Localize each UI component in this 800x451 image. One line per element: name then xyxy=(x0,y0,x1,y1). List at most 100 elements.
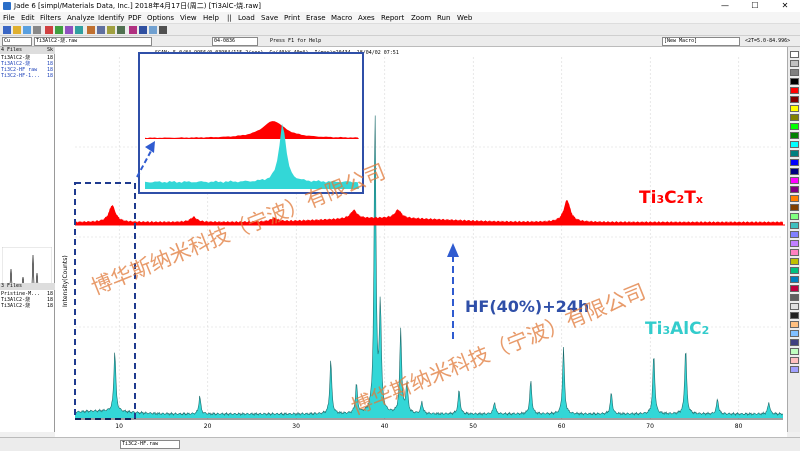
search-icon[interactable] xyxy=(97,26,105,34)
folder-icon[interactable] xyxy=(13,26,21,34)
label-ti3c2tx: Ti3C2Tx xyxy=(639,188,703,208)
peak-icon[interactable] xyxy=(75,26,83,34)
overlay-icon[interactable] xyxy=(65,26,73,34)
range-readout: <2T=5.0-84.996> xyxy=(745,38,791,44)
color-swatch[interactable] xyxy=(790,294,799,301)
label-ti3alc2-ti: Ti xyxy=(645,319,662,339)
color-swatch[interactable] xyxy=(790,231,799,238)
menu-macro[interactable]: Macro xyxy=(331,12,352,24)
help-prompt: Press F1 for Help xyxy=(270,38,322,44)
print-icon[interactable] xyxy=(33,26,41,34)
axes-icon[interactable] xyxy=(139,26,147,34)
color-swatch[interactable] xyxy=(790,267,799,274)
color-swatch[interactable] xyxy=(790,78,799,85)
color-swatch[interactable] xyxy=(790,141,799,148)
pdf-icon[interactable] xyxy=(107,26,115,34)
x-tick-label: 60 xyxy=(558,423,566,430)
color-swatch[interactable] xyxy=(790,249,799,256)
list-item[interactable]: Ti3C2-HF-1... 18 xyxy=(1,73,54,79)
x-tick-label: 80 xyxy=(735,423,743,430)
menu-pdf[interactable]: PDF xyxy=(128,12,142,24)
menu-identify[interactable]: Identify xyxy=(98,12,124,24)
color-swatch[interactable] xyxy=(790,321,799,328)
menu-filters[interactable]: Filters xyxy=(40,12,61,24)
color-swatch[interactable] xyxy=(790,105,799,112)
menu-edit[interactable]: Edit xyxy=(21,12,35,24)
radiation-select[interactable]: Cu xyxy=(2,37,32,46)
color-swatch[interactable] xyxy=(790,240,799,247)
color-swatch[interactable] xyxy=(790,186,799,193)
color-palette-panel xyxy=(787,47,800,432)
xrd-plot-area[interactable]: SCAN: 5.0/84.9956/0.03984/115.2(sec), Cu… xyxy=(55,47,787,437)
color-swatch[interactable] xyxy=(790,132,799,139)
color-swatch[interactable] xyxy=(790,222,799,229)
macro-select[interactable]: [New Macro] xyxy=(662,37,740,46)
color-swatch[interactable] xyxy=(790,213,799,220)
color-swatch[interactable] xyxy=(790,168,799,175)
list-item[interactable]: Ti3AlC2-烧 18 xyxy=(1,303,54,309)
x-tick-label: 40 xyxy=(381,423,389,430)
color-swatch[interactable] xyxy=(790,60,799,67)
menu-run[interactable]: Run xyxy=(437,12,450,24)
menu-print[interactable]: Print xyxy=(284,12,300,24)
active-file-select[interactable]: Ti3AlC2-烧.raw xyxy=(34,37,152,46)
thumbnail-preview[interactable] xyxy=(2,247,52,287)
color-swatch[interactable] xyxy=(790,330,799,337)
menu-save[interactable]: Save xyxy=(261,12,278,24)
color-swatch[interactable] xyxy=(790,258,799,265)
menu-zoom[interactable]: Zoom xyxy=(411,12,431,24)
menu-options[interactable]: Options xyxy=(147,12,174,24)
menu-load[interactable]: Load xyxy=(238,12,255,24)
color-swatch[interactable] xyxy=(790,195,799,202)
color-swatch[interactable] xyxy=(790,114,799,121)
color-swatch[interactable] xyxy=(790,177,799,184)
color-swatch[interactable] xyxy=(790,69,799,76)
color-swatch[interactable] xyxy=(790,276,799,283)
label-ti3c2tx-sub3: 3 xyxy=(656,193,664,206)
maximize-button[interactable]: ☐ xyxy=(740,0,770,12)
color-swatch[interactable] xyxy=(790,303,799,310)
color-swatch[interactable] xyxy=(790,51,799,58)
xrd-pattern-chart[interactable]: SCAN: 5.0/84.9956/0.03984/115.2(sec), Cu… xyxy=(55,47,787,437)
title-bar: Jade 6 [simpl/Materials Data, Inc.] 2018… xyxy=(0,0,800,12)
minimize-button[interactable]: — xyxy=(710,0,740,12)
menu-erase[interactable]: Erase xyxy=(306,12,326,24)
zoom-icon[interactable] xyxy=(55,26,63,34)
main-toolbar xyxy=(0,24,800,36)
color-swatch[interactable] xyxy=(790,123,799,130)
color-swatch[interactable] xyxy=(790,285,799,292)
menu-view[interactable]: View xyxy=(180,12,197,24)
file-name: Ti3C2-HF-1... xyxy=(1,73,41,79)
color-swatch[interactable] xyxy=(790,150,799,157)
open-file-icon[interactable] xyxy=(3,26,11,34)
label-ti3alc2-alc: AlC xyxy=(670,319,701,339)
macro-icon[interactable] xyxy=(129,26,137,34)
color-swatch[interactable] xyxy=(790,312,799,319)
run-icon[interactable] xyxy=(149,26,157,34)
pdf-card-field[interactable]: 04-0836 xyxy=(212,37,258,46)
menu-web[interactable]: Web xyxy=(457,12,472,24)
zoom-inset-box xyxy=(138,52,364,194)
save-icon[interactable] xyxy=(23,26,31,34)
color-swatch[interactable] xyxy=(790,357,799,364)
color-swatch[interactable] xyxy=(790,87,799,94)
x-tick-label: 50 xyxy=(469,423,477,430)
color-swatch[interactable] xyxy=(790,96,799,103)
status-file-field[interactable]: Ti3C2-HF.raw xyxy=(120,440,180,449)
color-swatch[interactable] xyxy=(790,339,799,346)
menu-help[interactable]: Help xyxy=(203,12,219,24)
erase-icon[interactable] xyxy=(45,26,53,34)
color-swatch[interactable] xyxy=(790,348,799,355)
color-swatch[interactable] xyxy=(790,366,799,373)
close-button[interactable]: ✕ xyxy=(770,0,800,12)
menu-axes[interactable]: Axes xyxy=(358,12,375,24)
fit-icon[interactable] xyxy=(87,26,95,34)
menu-analyze[interactable]: Analyze xyxy=(67,12,95,24)
color-swatch[interactable] xyxy=(790,159,799,166)
web-icon[interactable] xyxy=(159,26,167,34)
menu-file[interactable]: File xyxy=(3,12,15,24)
color-swatch[interactable] xyxy=(790,204,799,211)
menu-report[interactable]: Report xyxy=(381,12,404,24)
report-icon[interactable] xyxy=(117,26,125,34)
files-header-top: 4 Files Sk xyxy=(0,47,55,54)
